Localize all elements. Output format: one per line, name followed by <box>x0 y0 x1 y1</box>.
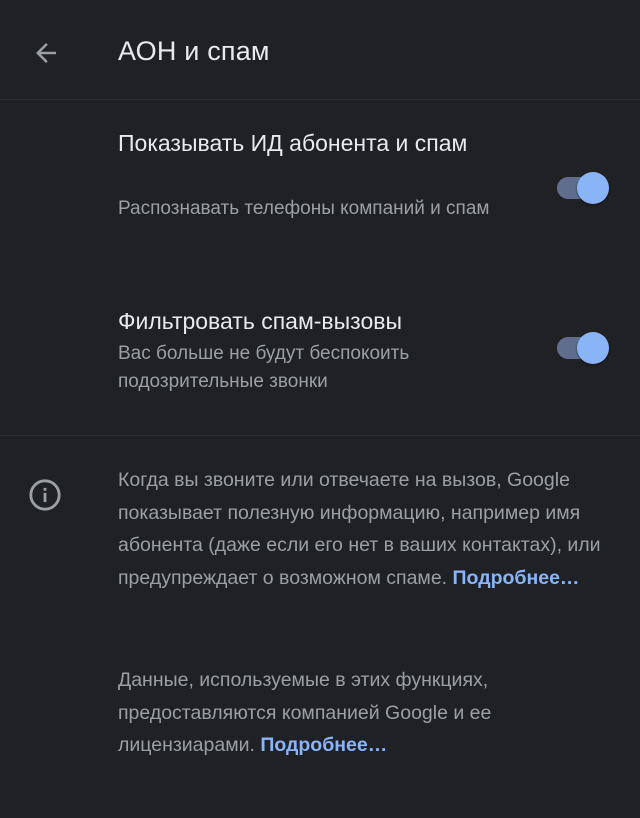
info-paragraph: Данные, используемые в этих функциях, пр… <box>118 664 608 762</box>
filter-spam-toggle[interactable] <box>555 330 611 366</box>
divider <box>0 435 640 436</box>
learn-more-link[interactable]: Подробнее… <box>260 734 387 756</box>
setting-filter-spam[interactable]: Фильтровать спам-вызовы Вас больше не бу… <box>0 290 640 430</box>
toggle-thumb <box>577 332 609 364</box>
setting-subtitle: Вас больше не будут беспокоить подозрите… <box>118 343 410 392</box>
setting-subtitle: Распознавать телефоны компаний и спам <box>118 198 490 219</box>
arrow-back-icon <box>36 43 56 63</box>
setting-caller-id-spam[interactable]: Показывать ИД абонента и спам Распознава… <box>0 100 640 270</box>
setting-title: Фильтровать спам-вызовы <box>118 308 403 334</box>
page-title: АОН и спам <box>118 36 270 66</box>
learn-more-link[interactable]: Подробнее… <box>453 567 580 589</box>
setting-title: Показывать ИД абонента и спам <box>118 130 468 156</box>
app-bar: АОН и спам <box>0 0 640 100</box>
info-paragraph: Когда вы звоните или отвечаете на вызов,… <box>118 464 608 594</box>
toggle-thumb <box>577 172 609 204</box>
back-button[interactable] <box>22 33 70 73</box>
caller-id-toggle[interactable] <box>555 170 611 206</box>
info-icon <box>29 479 61 511</box>
